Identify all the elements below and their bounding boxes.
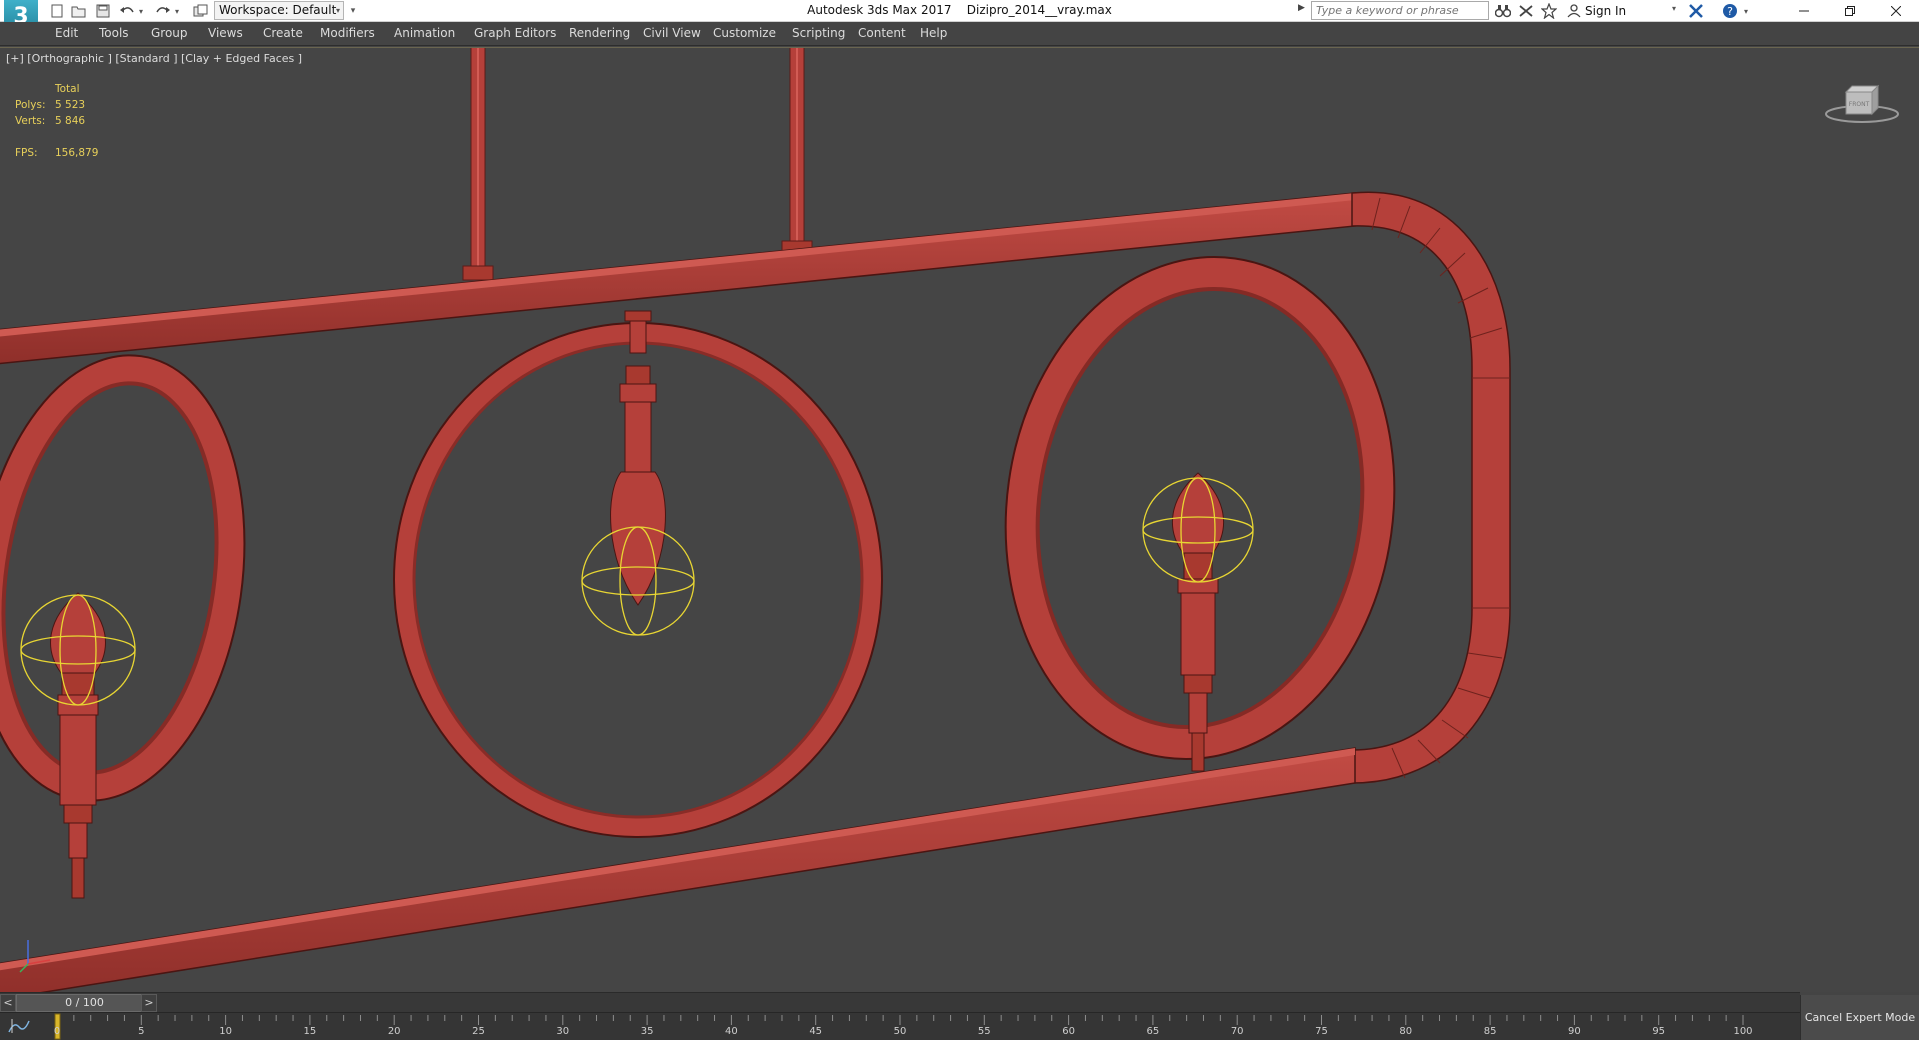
- minimize-button[interactable]: [1781, 0, 1827, 22]
- menu-tools[interactable]: Tools: [99, 26, 129, 40]
- frame-tick-label: 50: [893, 1026, 907, 1037]
- binoculars-icon[interactable]: [1494, 2, 1512, 20]
- svg-text:?: ?: [1727, 5, 1733, 18]
- frame-tick-label: 70: [1230, 1026, 1244, 1037]
- frame-tick-label: 20: [387, 1026, 401, 1037]
- viewcube-face-label: FRONT: [1849, 101, 1870, 108]
- frame-tick-label: 75: [1315, 1026, 1328, 1037]
- stats-total-label: Total: [55, 83, 80, 95]
- lamp-center: [581, 310, 695, 636]
- favorites-star-icon[interactable]: [1540, 2, 1558, 20]
- frame-tick-label: 60: [1062, 1026, 1075, 1037]
- chevron-down-icon: ▾: [335, 6, 340, 15]
- workspace-selector[interactable]: Workspace: Default ▾: [214, 1, 344, 20]
- minimize-icon: [1799, 10, 1809, 12]
- previous-frame-button[interactable]: <: [0, 994, 16, 1012]
- redo-icon[interactable]: [154, 2, 172, 20]
- communication-center-icon[interactable]: [1517, 2, 1535, 20]
- menu-bar: Edit Tools Group Views Create Modifiers …: [0, 22, 1919, 46]
- frame-tick-label: 95: [1652, 1026, 1666, 1037]
- close-icon: [1891, 6, 1901, 16]
- track-bar[interactable]: 0 5 10 15 20 25 30 35 40 45 50 55 60 65 70 75 80 85 90 95 10…: [0, 1012, 1800, 1040]
- frame-tick-label: 65: [1146, 1026, 1160, 1037]
- undo-dropdown-icon[interactable]: ▾: [136, 2, 146, 20]
- stats-verts-label: Verts:: [15, 115, 46, 127]
- menu-content[interactable]: Content: [858, 26, 906, 40]
- axis-tripod-icon: [19, 940, 51, 973]
- hanging-rod: [781, 48, 813, 256]
- menu-customize[interactable]: Customize: [713, 26, 776, 40]
- frame-tick-label: 10: [219, 1026, 232, 1037]
- menu-animation[interactable]: Animation: [394, 26, 455, 40]
- chevron-down-icon[interactable]: ▾: [1672, 4, 1676, 13]
- frame-tick-label: 40: [725, 1026, 738, 1037]
- frame-tick-label: 55: [977, 1026, 991, 1037]
- frame-tick-label: 25: [472, 1026, 485, 1037]
- cancel-expert-mode-button[interactable]: Cancel Expert Mode: [1800, 995, 1919, 1040]
- frame-tick-label: 100: [1733, 1026, 1753, 1037]
- next-frame-button[interactable]: >: [141, 994, 157, 1012]
- frame-tick-label: 80: [1399, 1026, 1413, 1037]
- user-icon[interactable]: [1565, 2, 1583, 20]
- menu-civil-view[interactable]: Civil View: [643, 26, 701, 40]
- menu-edit[interactable]: Edit: [55, 26, 78, 40]
- menu-group[interactable]: Group: [151, 26, 188, 40]
- time-slider-thumb[interactable]: 0 / 100: [16, 994, 153, 1012]
- open-file-icon[interactable]: [70, 2, 88, 20]
- hanging-rod: [462, 48, 494, 281]
- menu-views[interactable]: Views: [208, 26, 243, 40]
- menu-help[interactable]: Help: [920, 26, 947, 40]
- stats-polys-value: 5 523: [55, 99, 86, 111]
- chevron-right-icon[interactable]: ▶: [1298, 3, 1305, 13]
- menu-modifiers[interactable]: Modifiers: [320, 26, 375, 40]
- undo-icon[interactable]: [118, 2, 136, 20]
- restore-icon: [1845, 6, 1855, 16]
- project-folder-icon[interactable]: [192, 2, 210, 20]
- restore-button[interactable]: [1827, 0, 1873, 22]
- 3ds-max-window: 3 ▾ ▾ Workspace: Default ▾ ▾ Autodesk 3d…: [0, 0, 1919, 1040]
- scene-geometry: [0, 48, 1511, 992]
- help-icon[interactable]: ?: [1721, 2, 1739, 20]
- sign-in-link[interactable]: Sign In: [1585, 2, 1626, 20]
- title-bar: 3 ▾ ▾ Workspace: Default ▾ ▾ Autodesk 3d…: [0, 0, 1919, 40]
- frame-lower-bar: [0, 747, 1356, 992]
- viewcube-icon[interactable]: FRONT: [1822, 78, 1902, 128]
- frame-tick-label: 0: [53, 1026, 61, 1037]
- time-slider-bar: < 0 / 100 >: [0, 992, 1800, 1012]
- menu-graph-editors[interactable]: Graph Editors: [474, 26, 556, 40]
- frame-tick-label: 15: [303, 1026, 317, 1037]
- workspace-label: Workspace: Default: [219, 3, 337, 17]
- ring-left: [0, 354, 246, 802]
- exchange-apps-icon[interactable]: [1687, 2, 1705, 20]
- close-button[interactable]: [1873, 0, 1919, 22]
- search-input[interactable]: [1311, 1, 1489, 20]
- frame-tick-label: 85: [1483, 1026, 1497, 1037]
- frame-tick-label: 45: [809, 1026, 823, 1037]
- help-dropdown-icon[interactable]: ▾: [1741, 2, 1751, 20]
- stats-polys-label: Polys:: [15, 99, 46, 111]
- menu-scripting[interactable]: Scripting: [792, 26, 845, 40]
- frame-tick-label: 90: [1568, 1026, 1581, 1037]
- frame-tick-label: 30: [556, 1026, 570, 1037]
- new-scene-icon[interactable]: [48, 2, 66, 20]
- redo-dropdown-icon[interactable]: ▾: [172, 2, 182, 20]
- menu-rendering[interactable]: Rendering: [569, 26, 630, 40]
- frame-tick-label: 5: [138, 1026, 145, 1037]
- stats-fps-label: FPS:: [15, 147, 38, 159]
- menu-create[interactable]: Create: [263, 26, 303, 40]
- save-file-icon[interactable]: [94, 2, 112, 20]
- perspective-viewport[interactable]: [+] [Orthographic ] [Standard ] [Clay + …: [0, 47, 1919, 992]
- viewport-label-menu[interactable]: [+] [Orthographic ] [Standard ] [Clay + …: [6, 52, 302, 65]
- stats-verts-value: 5 846: [55, 115, 86, 127]
- file-title: Dizipro_2014__vray.max: [966, 3, 1112, 17]
- frame-tick-label: 35: [640, 1026, 654, 1037]
- workspace-menu-icon[interactable]: ▾: [346, 2, 360, 20]
- stats-fps-value: 156,879: [55, 147, 99, 159]
- app-title: Autodesk 3ds Max 2017: [807, 3, 952, 17]
